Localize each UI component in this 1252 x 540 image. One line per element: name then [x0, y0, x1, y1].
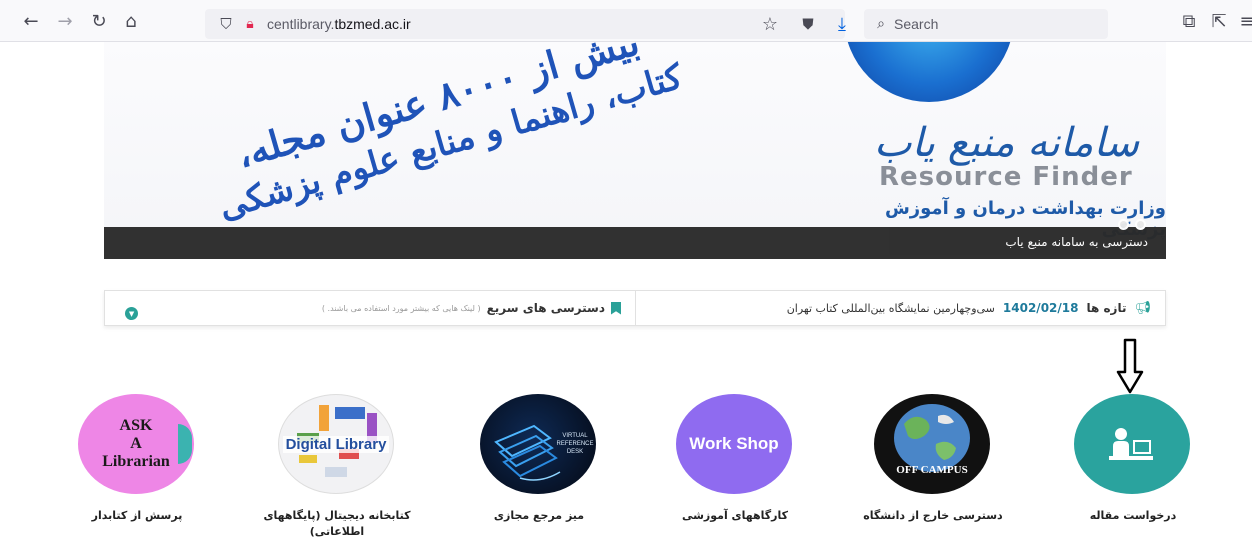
browser-toolbar: ← → ↻ ⌂ ⛉ 🔒︎ centlibrary.tbzmed.ac.ir ☆ … [0, 0, 1252, 42]
service-ask-librarian[interactable]: ASK A Librarian پرسش از کتابدار [72, 394, 202, 534]
digital-library-icon[interactable]: Digital Library [278, 394, 394, 494]
off-campus-icon[interactable] [874, 394, 990, 494]
carousel-dot[interactable] [1118, 219, 1129, 230]
search-input[interactable]: Search [894, 16, 938, 32]
hero-banner[interactable]: بیش از ۸۰۰۰ عنوان مجله، کتاب، راهنما و م… [104, 42, 1166, 259]
download-icon[interactable]: ⤓ [829, 11, 855, 37]
url-bar[interactable]: ⛉ 🔒︎ centlibrary.tbzmed.ac.ir ☆ ⛊ ⤓ [205, 9, 846, 39]
chevron-down-icon[interactable]: ▼ [125, 307, 138, 320]
quick-access-title: دسترسی های سریع [486, 301, 605, 315]
lock-icon[interactable]: 🔒︎ [237, 11, 263, 37]
off-campus-badge: OFF CAMPUS [896, 464, 968, 476]
service-label[interactable]: درخواست مقاله [1048, 508, 1218, 524]
news-title: تازه ها [1086, 301, 1127, 315]
extensions-icon[interactable]: ⧉ [1176, 8, 1202, 34]
menu-icon[interactable]: ≡ [1234, 8, 1252, 34]
workshop-badge: Work Shop [689, 434, 779, 453]
news-ticker[interactable]: 📢︎ تازه ها 1402/02/18 سی‌وچهارمین نمایشگ… [635, 291, 1165, 325]
home-icon[interactable]: ⌂ [118, 8, 144, 34]
service-label[interactable]: کتابخانه دیجیتال (پایگاههای اطلاعاتی) [252, 508, 422, 540]
service-label[interactable]: دسترسی خارج از دانشگاه [848, 508, 1018, 524]
banner-caption[interactable]: دسترسی به سامانه منبع یاب [1005, 235, 1148, 249]
down-arrow-icon [1116, 338, 1144, 394]
search-bar[interactable]: ⌕ Search [864, 9, 1108, 39]
ask-librarian-icon[interactable]: ASK A Librarian [78, 394, 194, 494]
carousel-dot[interactable] [1135, 219, 1146, 230]
digital-library-badge: Digital Library [282, 435, 390, 453]
service-article-request[interactable]: درخواست مقاله [1068, 394, 1198, 534]
shield-icon[interactable]: ⛉ [213, 11, 239, 37]
carousel-dots[interactable] [1118, 219, 1146, 230]
service-off-campus[interactable]: OFF CAMPUS دسترسی خارج از دانشگاه [863, 394, 1003, 534]
forward-icon[interactable]: → [52, 8, 78, 34]
news-bar: 📢︎ تازه ها 1402/02/18 سی‌وچهارمین نمایشگ… [104, 290, 1166, 326]
service-label[interactable]: پرسش از کتابدار [52, 508, 222, 524]
ask-librarian-badge: ASK A Librarian [102, 417, 170, 470]
star-icon[interactable]: ☆ [757, 11, 783, 37]
service-label[interactable]: میز مرجع مجازی [454, 508, 624, 524]
back-icon[interactable]: ← [18, 8, 44, 34]
brand-persian: سامانه منبع یاب [874, 120, 1140, 166]
service-digital-library[interactable]: Digital Library کتابخانه دیجیتال (پایگاه… [263, 394, 411, 538]
megaphone-icon: 📢︎ [1134, 300, 1151, 316]
news-date: 1402/02/18 [1002, 301, 1079, 315]
news-headline[interactable]: سی‌وچهارمین نمایشگاه بین‌المللی کتاب تهر… [787, 302, 995, 315]
service-workshops[interactable]: Work Shop کارگاههای آموزشی [670, 394, 800, 534]
vrd-badge: VIRTUAL REFERENCE DESK [556, 433, 594, 455]
service-label[interactable]: کارگاههای آموزشی [650, 508, 820, 524]
search-icon: ⌕ [877, 16, 885, 32]
workshop-icon[interactable]: Work Shop [676, 394, 792, 494]
bookmark-icon [611, 301, 621, 315]
quick-access-note: ( لینک هایی که بیشتر مورد استفاده می باش… [321, 303, 481, 313]
reload-icon[interactable]: ↻ [86, 8, 112, 34]
service-virtual-reference[interactable]: VIRTUAL REFERENCE DESK میز مرجع مجازی [474, 394, 604, 534]
banner-caption-bar: دسترسی به سامانه منبع یاب [104, 219, 1166, 259]
brand-english: Resource Finder [879, 162, 1133, 192]
quick-access[interactable]: دسترسی های سریع ( لینک هایی که بیشتر مور… [105, 291, 635, 325]
pocket-icon[interactable]: ⛊ [795, 11, 821, 37]
virtual-reference-icon[interactable]: VIRTUAL REFERENCE DESK [480, 394, 596, 494]
share-icon[interactable]: ⇱ [1206, 8, 1232, 34]
article-request-icon[interactable] [1074, 394, 1190, 494]
url-text: centlibrary.tbzmed.ac.ir [267, 16, 411, 32]
